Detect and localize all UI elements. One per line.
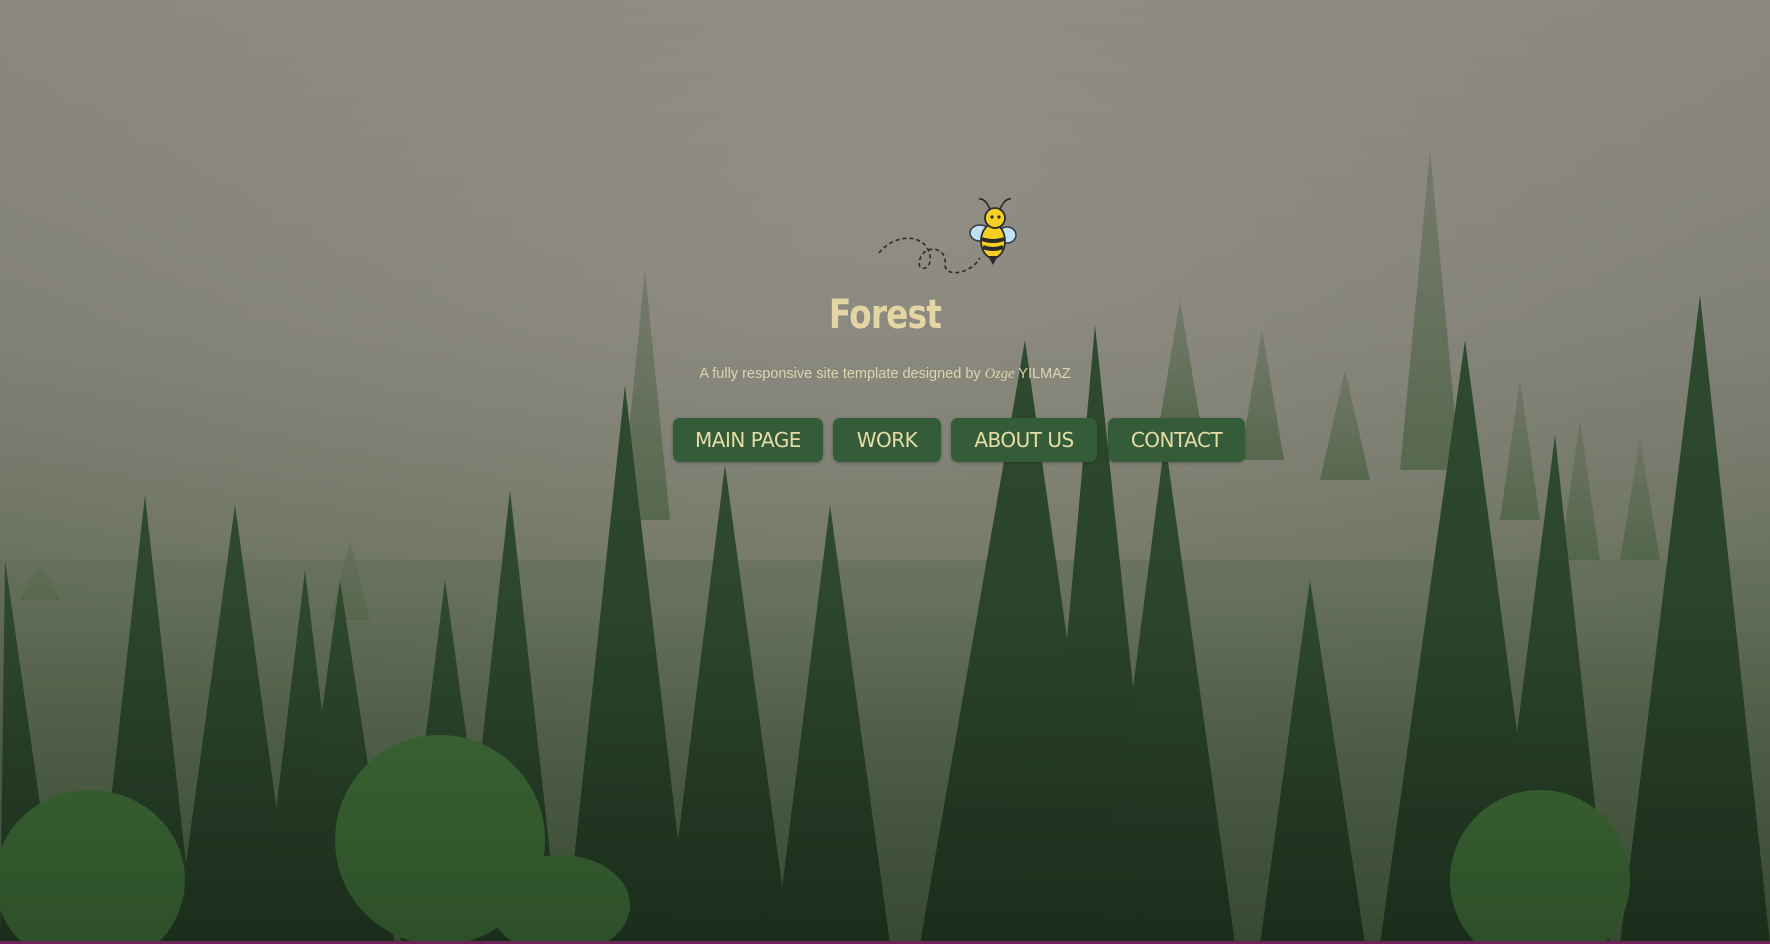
subtitle-author-last: YILMAZ bbox=[1014, 366, 1071, 382]
nav-work-button[interactable]: WORK bbox=[833, 418, 941, 462]
bee-icon bbox=[878, 198, 1017, 274]
nav-main-page-button[interactable]: MAIN PAGE bbox=[673, 418, 823, 462]
nav-contact-button[interactable]: CONTACT bbox=[1108, 418, 1245, 462]
site-title: Forest bbox=[828, 292, 942, 338]
nav-about-us-button[interactable]: ABOUT US bbox=[951, 418, 1097, 462]
hero-section: Forest A fully responsive site template … bbox=[0, 0, 1770, 944]
subtitle-text: A fully responsive site template designe… bbox=[699, 366, 985, 382]
site-subtitle: A fully responsive site template designe… bbox=[0, 366, 1770, 383]
subtitle-author-first: Ozge bbox=[984, 366, 1015, 382]
main-nav: MAIN PAGE WORK ABOUT US CONTACT bbox=[0, 418, 1770, 462]
